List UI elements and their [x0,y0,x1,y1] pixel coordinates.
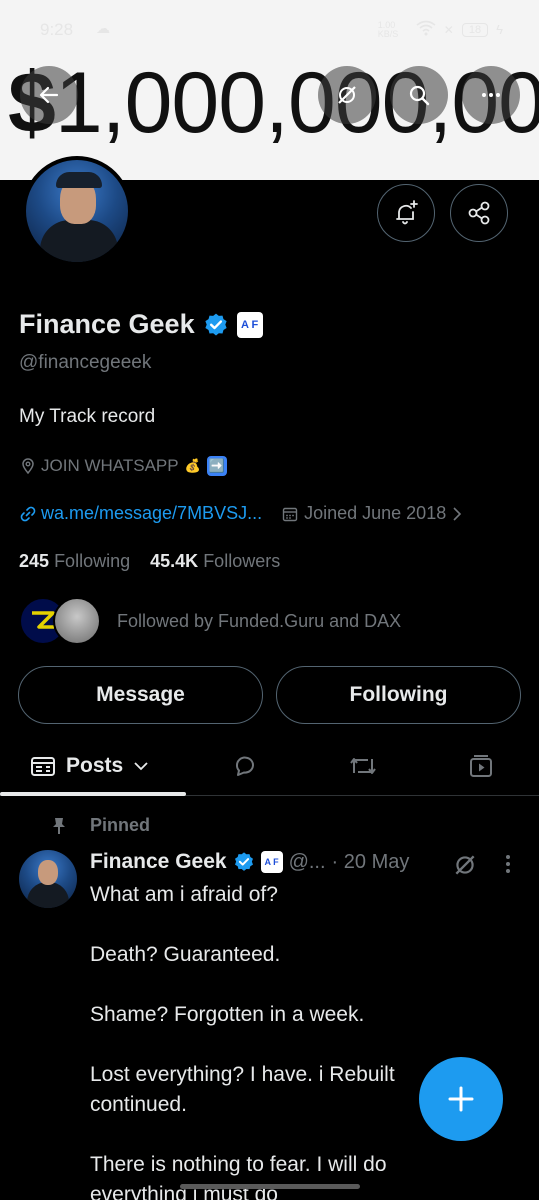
pinned-label: Pinned [50,815,150,836]
profile-banner: $1,000,000,000 9:28 ☁ 1.00 KB/S ✕ 18 ϟ [0,0,539,180]
battery-indicator: 18 [461,22,489,37]
compose-post-button[interactable] [419,1057,503,1141]
arrow-right-emoji-icon: ➡️ [206,456,227,476]
notifications-button[interactable] [377,184,435,242]
affiliate-badge[interactable]: A F [236,311,263,338]
charging-icon: ϟ [496,22,503,37]
profile-avatar[interactable] [22,156,132,266]
profile-joined[interactable]: Joined June 2018 [282,503,462,524]
signal-icon: ✕ [443,22,454,37]
profile-bio: My Track record [19,406,156,427]
tab-media[interactable] [452,736,510,796]
arrow-left-icon [39,86,59,104]
pin-icon [53,817,65,834]
more-vertical-icon [506,855,510,873]
profile-handle: @financegeeek [19,352,152,373]
follow-counts: 245 Following 45.4K Followers [19,551,280,572]
cloud-icon: ☁ [96,20,110,36]
posts-icon [31,757,55,776]
post-grok-button[interactable] [452,852,478,883]
post-date: · 20 May [331,850,410,873]
search-button[interactable] [390,66,448,124]
money-bag-icon: 💰 [184,458,201,473]
profile-url[interactable]: wa.me/message/7MBVSJ... [19,503,262,524]
share-button[interactable] [450,184,508,242]
profile-tabs: Posts [0,736,539,796]
bell-plus-icon [396,200,418,225]
followed-by-row[interactable]: Followed by Funded.Guru and DAX [19,596,401,646]
repost-icon [350,758,376,774]
profile-location: JOIN WHATSAPP 💰 ➡️ [19,456,227,476]
share-icon [468,201,490,225]
message-button[interactable]: Message [18,666,263,724]
grok-icon [455,855,475,875]
banner-text: $1,000,000,000 [8,55,539,151]
wifi-icon [416,20,436,39]
tab-reposts[interactable] [334,736,392,796]
media-video-icon [470,755,492,777]
followers-count-link[interactable]: 45.4K Followers [150,551,280,571]
grok-button[interactable] [318,66,376,124]
back-button[interactable] [20,66,78,124]
post-header: Finance Geek A F @... · 20 May [90,850,409,874]
tab-replies[interactable] [216,736,274,796]
status-time: 9:28 [40,20,74,39]
followed-by-text: Followed by Funded.Guru and DAX [117,610,402,631]
tab-posts[interactable]: Posts [30,736,149,796]
chevron-right-icon [453,506,462,521]
follower-avatar-dax [53,597,101,645]
following-count-link[interactable]: 245 Following [19,551,130,571]
verified-badge-icon [234,852,253,871]
following-button[interactable]: Following [276,666,521,724]
search-icon [409,85,430,106]
post-handle: @... [288,850,326,873]
profile-name: Finance Geek A F [19,309,263,340]
location-pin-icon [22,458,34,475]
affiliate-badge: A F [260,851,283,873]
post-text: What am i afraid of? Death? Guaranteed. … [90,883,395,1200]
status-bar: 9:28 ☁ 1.00 KB/S ✕ 18 ϟ [0,18,539,46]
calendar-icon [282,507,298,521]
net-speed: 1.00 KB/S [377,19,399,39]
link-icon [20,506,36,521]
verified-badge-icon [204,313,227,336]
grok-icon [338,86,356,104]
post-more-button[interactable] [500,852,516,883]
plus-icon [448,1086,474,1112]
reply-bubble-icon [236,756,254,776]
home-indicator[interactable] [180,1184,360,1189]
profile-links: wa.me/message/7MBVSJ... Joined June 2018 [19,503,462,524]
active-tab-indicator [0,792,186,796]
more-horizontal-icon [482,93,500,97]
chevron-down-icon [134,762,148,771]
more-options-button[interactable] [462,66,520,124]
post-author-avatar[interactable] [19,850,77,908]
post-author-name[interactable]: Finance Geek [90,850,227,874]
